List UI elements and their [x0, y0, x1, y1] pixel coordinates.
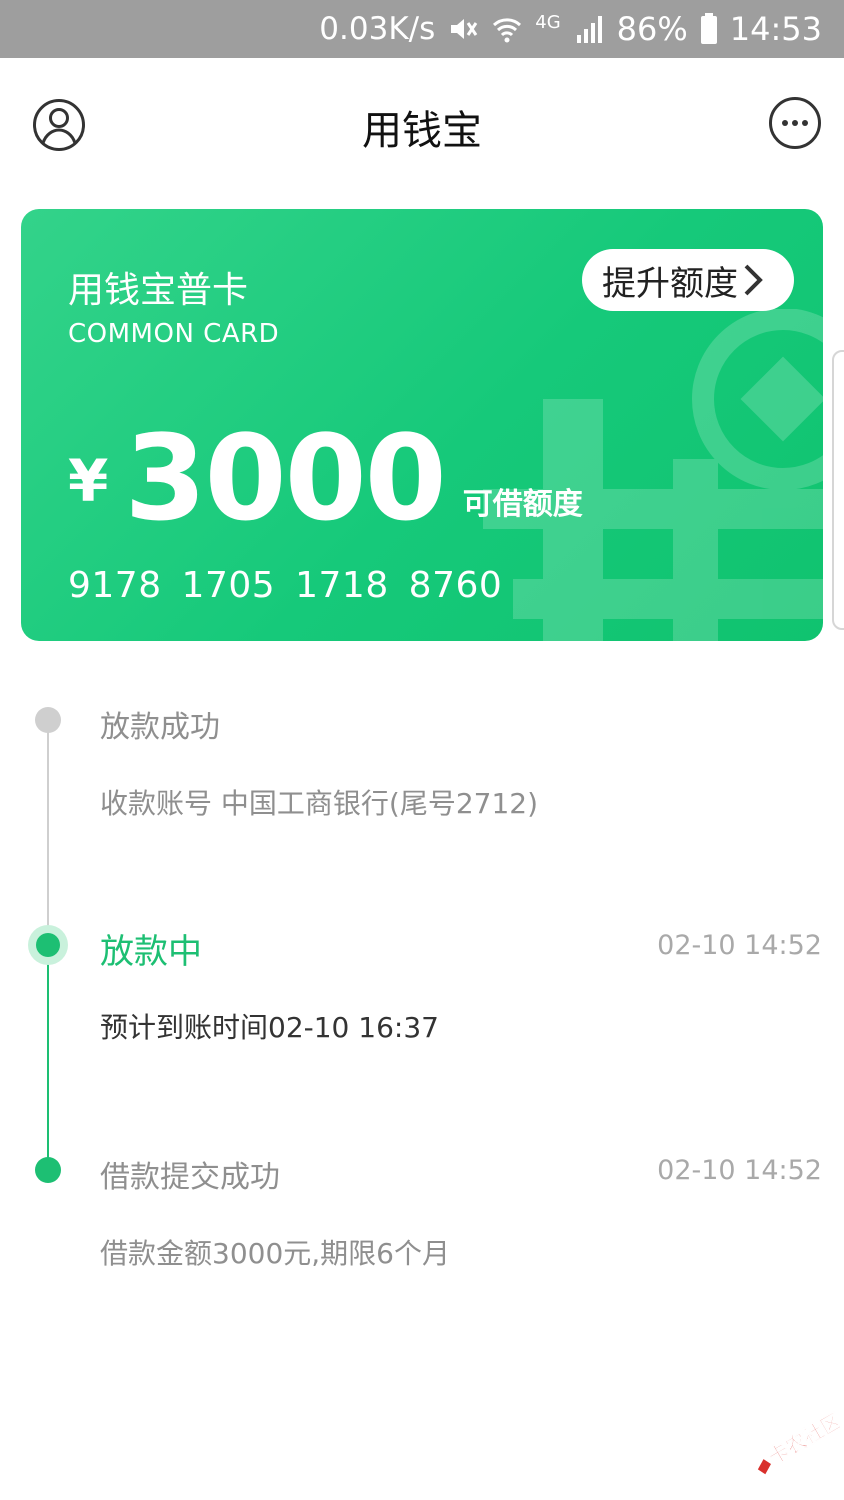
step-title-submitted: 借款提交成功 — [100, 1160, 280, 1195]
clock: 14:53 — [729, 10, 822, 48]
step-desc-disbursing: 预计到账时间02-10 16:37 — [100, 1011, 439, 1044]
page-title: 用钱宝 — [362, 108, 482, 154]
mute-icon — [451, 19, 478, 39]
timeline-connector-active — [47, 945, 49, 1167]
app-header: 用钱宝 — [0, 58, 844, 188]
credit-amount: 3000 — [124, 409, 446, 547]
card-subtitle: COMMON CARD — [68, 319, 280, 349]
battery-icon — [700, 13, 717, 44]
credit-amount-label: 可借额度 — [462, 487, 583, 522]
step-time-submitted: 02-10 14:52 — [657, 1155, 822, 1186]
more-icon[interactable] — [768, 96, 822, 150]
status-bar: 0.03K/s 4G 86% 14:53 — [0, 0, 844, 58]
card-number: 9178 1705 1718 8760 — [68, 565, 503, 606]
step-time-disbursing: 02-10 14:52 — [657, 930, 822, 961]
currency-symbol: ¥ — [68, 447, 109, 515]
svg-text:卡农社区: 卡农社区 — [764, 1410, 840, 1469]
network-type: 4G — [535, 12, 561, 33]
raise-limit-button[interactable]: 提升额度 — [582, 249, 794, 311]
wifi-icon — [493, 18, 522, 43]
timeline-dot-pending — [35, 707, 61, 733]
timeline-dot-current — [28, 925, 68, 965]
step-desc-submitted: 借款金额3000元,期限6个月 — [100, 1237, 450, 1270]
forum-watermark-logo: 卡农社区 — [757, 1410, 840, 1475]
signal-icon — [576, 16, 602, 43]
step-desc-loan-success: 收款账号 中国工商银行(尾号2712) — [100, 787, 539, 820]
battery-percent: 86% — [616, 10, 688, 48]
step-title-disbursing: 放款中 — [100, 932, 202, 972]
amount-row: ¥ 3000 可借额度 — [68, 419, 583, 537]
step-title-loan-success: 放款成功 — [100, 710, 220, 745]
raise-limit-label: 提升额度 — [602, 263, 738, 304]
chevron-right-icon — [744, 264, 763, 296]
card-title: 用钱宝普卡 — [68, 270, 249, 311]
side-drawer-handle[interactable] — [832, 350, 844, 630]
credit-card[interactable]: 用钱宝普卡 COMMON CARD 提升额度 ¥ 3000 可借额度 9178 … — [21, 209, 823, 641]
net-speed: 0.03K/s — [319, 11, 436, 47]
timeline-dot-done — [35, 1157, 61, 1183]
timeline-connector — [47, 720, 49, 942]
